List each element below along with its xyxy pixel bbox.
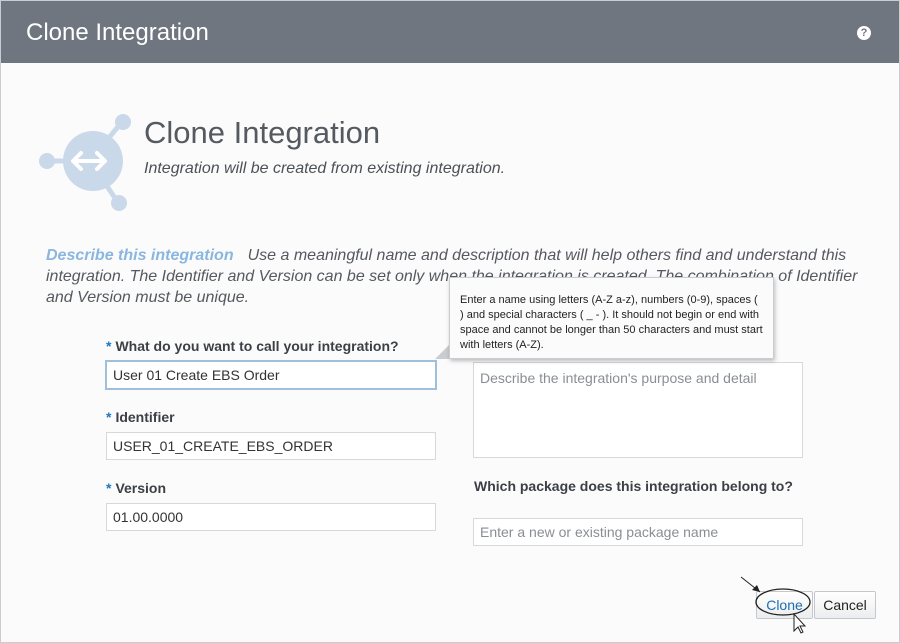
describe-heading: Describe this integration: [46, 247, 234, 264]
required-marker: *: [106, 409, 112, 425]
dialog-titlebar: Clone Integration ?: [1, 1, 899, 63]
help-icon[interactable]: ?: [857, 26, 871, 40]
version-label: * Version: [106, 480, 167, 496]
cancel-button[interactable]: Cancel: [814, 591, 876, 619]
description-textarea[interactable]: Describe the integration's purpose and d…: [473, 362, 803, 458]
identifier-label: * Identifier: [106, 409, 175, 425]
integration-icon: [39, 114, 131, 211]
page-title: Clone Integration: [144, 115, 381, 150]
version-input[interactable]: 01.00.0000: [106, 503, 436, 531]
integration-name-input[interactable]: User 01 Create EBS Order: [105, 360, 437, 390]
package-input[interactable]: Enter a new or existing package name: [473, 518, 803, 546]
page-subtitle: Integration will be created from existin…: [144, 160, 506, 177]
name-label: * What do you want to call your integrati…: [106, 338, 399, 354]
identifier-input[interactable]: USER_01_CREATE_EBS_ORDER: [106, 432, 436, 460]
name-tooltip: Enter a name using letters (A-Z a-z), nu…: [449, 277, 774, 359]
clone-integration-dialog: Clone Integration ? Clone Integration In…: [0, 0, 900, 643]
dialog-title: Clone Integration: [26, 19, 209, 46]
required-marker: *: [106, 338, 112, 354]
required-marker: *: [106, 480, 112, 496]
clone-button[interactable]: Clone: [756, 591, 813, 619]
package-label: Which package does this integration belo…: [474, 478, 793, 494]
